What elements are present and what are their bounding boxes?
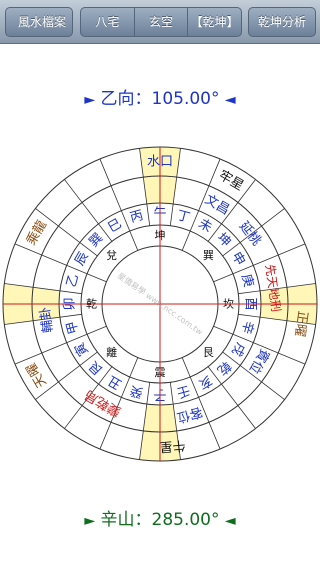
- mountain-label: 巳: [106, 216, 125, 235]
- facing-direction-text: 乙向：105.00°: [100, 89, 220, 109]
- mountain-label: 亥: [196, 372, 215, 391]
- trigram-label: 離: [106, 345, 117, 359]
- facing-direction: ► 乙向：105.00° ◄: [0, 84, 320, 109]
- mountain-label: 辛: [238, 319, 256, 335]
- right-pointer-icon: ►: [84, 92, 96, 108]
- trigram-divider: [213, 273, 234, 283]
- tab-bazhai[interactable]: 八宅: [81, 8, 135, 36]
- trigram-divider: [181, 357, 191, 378]
- trigram-label: 艮: [203, 346, 214, 359]
- mountain-label: 丑: [106, 372, 125, 391]
- trigram-divider: [181, 230, 191, 251]
- left-pointer-icon: ◄: [224, 92, 236, 108]
- mountain-label: 申: [228, 250, 247, 269]
- mountain-label: 庚: [238, 272, 257, 289]
- compass-chart: 午丁未坤申庚酉辛戌乾亥壬子癸丑艮寅甲卯乙辰巽巳 丙乾兌坤巽坎艮震離水口文昌延桃先天…: [2, 146, 318, 462]
- mountain-label: 壬: [175, 382, 191, 400]
- sector-label-4: 乘龍: [23, 217, 50, 248]
- sitting-direction-text: 辛山：285.00°: [100, 510, 220, 530]
- trigram-label: 兌: [106, 249, 117, 262]
- mountain-label: 丁: [175, 208, 191, 226]
- mountain-label: 辰: [72, 250, 91, 269]
- mountain-label: 乾: [214, 358, 234, 378]
- trigram-divider: [213, 325, 234, 335]
- sector-label-10: 牢星: [216, 168, 246, 194]
- mountain-label: 癸: [128, 382, 144, 400]
- tab-qiankun[interactable]: 【乾坤】: [188, 8, 241, 36]
- mountain-label: 乙: [64, 272, 82, 288]
- mode-segmented-control: 八宅 玄空 【乾坤】: [80, 7, 242, 37]
- mountain-label: 寅: [71, 340, 91, 359]
- right-pointer-icon: ►: [84, 513, 96, 529]
- mountain-label: 丙: [128, 208, 144, 226]
- sector-label-7: 客位: [175, 404, 204, 426]
- sitting-direction: ► 辛山：285.00° ◄: [0, 505, 320, 530]
- mountain-label: 巽: [86, 230, 106, 250]
- sector-label-12: 天曜: [24, 360, 50, 390]
- left-pointer-icon: ◄: [224, 513, 236, 529]
- mountain-label: 戌: [228, 340, 247, 359]
- trigram-divider: [86, 273, 107, 283]
- trigram-divider: [86, 325, 107, 335]
- trigram-label: 巽: [203, 249, 214, 262]
- mountain-label: 坤: [214, 230, 234, 250]
- mountain-label: 甲: [64, 319, 82, 335]
- trigram-divider: [129, 357, 139, 378]
- mountain-label: 艮: [86, 358, 106, 378]
- navigation-bar: 風水檔案 八宅 玄空 【乾坤】 乾坤分析: [0, 0, 320, 44]
- sector-label-9: 牛星: [159, 437, 186, 454]
- trigram-divider: [129, 230, 139, 251]
- tab-xuankong[interactable]: 玄空: [135, 8, 189, 36]
- qiankun-analysis-button[interactable]: 乾坤分析: [248, 7, 316, 37]
- back-button[interactable]: 風水檔案: [5, 7, 73, 37]
- mountain-label: 未: [196, 216, 215, 235]
